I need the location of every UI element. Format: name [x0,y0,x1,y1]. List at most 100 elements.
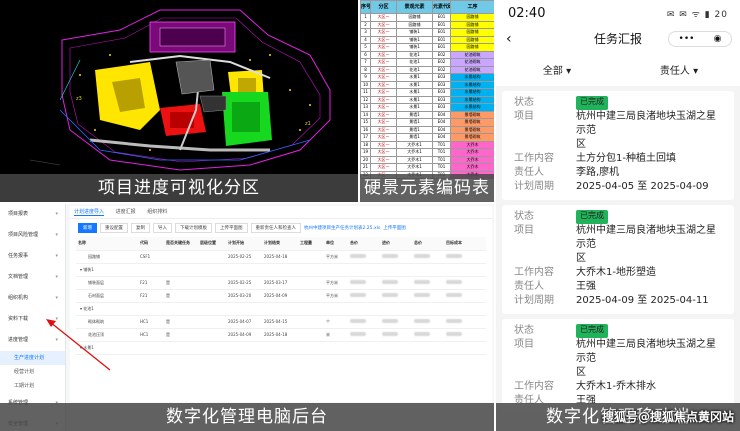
excel-row: 11 大区一 水景1 E03 水景结构 [360,88,494,97]
excel-row: 18 大区一 大乔木1 T01 大乔木 [360,140,494,149]
task-field-row: 计划周期 2025-04-09 至 2025-04-11 [514,294,722,308]
excel-cell: 景墙砌筑 [450,118,494,127]
task-field-row: 区 [514,366,722,380]
excel-cell: 大乔木1 [396,140,433,149]
excel-cell: 大区一 [370,155,397,164]
excel-row: 15 大区一 景墙1 E04 景墙砌筑 [360,118,494,127]
excel-cell: 9 [360,73,371,82]
excel-cell: E03 [432,80,451,89]
excel-row: 10 大区一 水景1 E03 水景结构 [360,80,494,89]
excel-cell: E01 [432,20,451,29]
excel-cell: E01 [432,13,451,22]
excel-header-cell: 序号 [360,0,371,14]
excel-cell: E04 [432,110,451,119]
element-code-table: 序号分区景观元素元素代码工序1大区一园路铺E01园路铺2大区一园路铺E01园路铺… [360,0,494,179]
excel-cell: E03 [432,103,451,112]
task-card[interactable]: 状态 已完成 项目 杭州中建三局良渚地块玉湖之星示范区工作内容 大乔木1-地形塑造 责任人… [502,205,734,314]
excel-cell: E01 [432,35,451,44]
excel-cell: 18 [360,140,371,149]
field-label: 计划周期 [514,181,554,192]
excel-cell: 水景结构 [450,80,494,89]
field-label: 状态 [514,325,534,336]
excel-row: 6 大区一 花池1 E02 花池砌筑 [360,50,494,59]
filter-all-dropdown[interactable]: 全部 ▾ [496,62,618,77]
excel-row: 17 大区一 景墙1 E04 景墙砌筑 [360,133,494,142]
field-label: 项目 [514,225,534,236]
status-badge: 已完成 [576,96,608,110]
excel-cell: E02 [432,58,451,67]
more-icon[interactable]: ••• [679,32,695,46]
excel-cell: 6 [360,50,371,59]
excel-cell: 景墙砌筑 [450,110,494,119]
task-field-row: 状态 已完成 [514,210,722,224]
excel-cell: 16 [360,125,371,134]
field-label-spacer [514,252,576,266]
field-value: 区 [576,253,586,264]
excel-cell: 大区一 [370,43,397,52]
admin-caption: 数字化管理电脑后台 [0,403,494,431]
excel-cell: 园路铺 [450,28,494,37]
mini-program-capsule: ••• ◉ [668,31,732,47]
excel-cell: 景墙1 [396,133,433,142]
field-value: 大乔木1-地形塑造 [576,267,656,278]
excel-cell: 1 [360,13,371,22]
excel-cell: 水景1 [396,95,433,104]
excel-cell: 大区一 [370,95,397,104]
task-field-row: 区 [514,138,722,152]
status-badge: 已完成 [576,324,608,338]
excel-cell: T01 [432,155,451,164]
svg-text:z1: z1 [305,121,311,127]
field-label: 状态 [514,97,534,108]
excel-row: 3 大区一 铺装1 E01 园路铺 [360,28,494,37]
excel-cell: 11 [360,88,371,97]
excel-cell: 园路铺 [450,13,494,22]
excel-cell: 水景结构 [450,88,494,97]
field-label-spacer [514,138,576,152]
excel-row: 9 大区一 水景1 E03 水景结构 [360,73,494,82]
back-arrow-icon[interactable]: ‹ [506,26,512,52]
excel-cell: 花池砌筑 [450,65,494,74]
field-value: 2025-04-05 至 2025-04-09 [576,181,709,192]
excel-cell: T01 [432,163,451,172]
excel-cell: 大区一 [370,133,397,142]
excel-row: 8 大区一 花池1 E02 花池砌筑 [360,65,494,74]
task-field-row: 项目 杭州中建三局良渚地块玉湖之星示范 [514,338,722,366]
task-card[interactable]: 状态 已完成 项目 杭州中建三局良渚地块玉湖之星示范区工作内容 大乔木1-乔木排水 责任人… [502,319,734,414]
field-value: 区 [576,367,586,378]
excel-cell: E03 [432,73,451,82]
task-card[interactable]: 状态 已完成 项目 杭州中建三局良渚地块玉湖之星示范区工作内容 土方分包1-种植土回填责… [502,91,734,200]
close-target-icon[interactable]: ◉ [714,32,722,46]
task-field-row: 责任人 李路,廖机 [514,166,722,180]
excel-cell: 大区一 [370,125,397,134]
excel-cell: E03 [432,95,451,104]
excel-header-cell: 元素代码 [432,0,451,14]
excel-cell: 花池1 [396,50,433,59]
excel-row: 20 大区一 大乔木1 T01 大乔木 [360,155,494,164]
excel-cell: 10 [360,80,371,89]
excel-cell: 铺装1 [396,28,433,37]
excel-cell: 12 [360,95,371,104]
excel-cell: 水景1 [396,103,433,112]
excel-cell: 大区一 [370,163,397,172]
field-value: 李路,廖机 [576,167,620,178]
excel-cell: 铺装1 [396,35,433,44]
excel-cell: 大区一 [370,35,397,44]
excel-cell: 花池砌筑 [450,58,494,67]
excel-cell: 大区一 [370,13,397,22]
field-label: 工作内容 [514,153,554,164]
field-value: 杭州中建三局良渚地块玉湖之星示范 [576,111,716,136]
excel-cell: E04 [432,125,451,134]
excel-cell: 17 [360,133,371,142]
field-value: 杭州中建三局良渚地块玉湖之星示范 [576,225,716,250]
excel-header-cell: 工序 [450,0,494,14]
excel-cell: 大乔木1 [396,148,433,157]
task-field-row: 计划周期 2025-04-05 至 2025-04-09 [514,180,722,194]
watermark: 搜狐号@搜狐焦点黄冈站 [601,410,734,424]
task-field-row: 区 [514,252,722,266]
excel-cell: 21 [360,163,371,172]
excel-cell: E04 [432,133,451,142]
excel-cell: 景墙砌筑 [450,133,494,142]
filter-owner-dropdown[interactable]: 责任人 ▾ [618,62,740,77]
task-card-list: 状态 已完成 项目 杭州中建三局良渚地块玉湖之星示范区工作内容 土方分包1-种植土回填责… [496,91,740,414]
excel-cell: 大区一 [370,73,397,82]
